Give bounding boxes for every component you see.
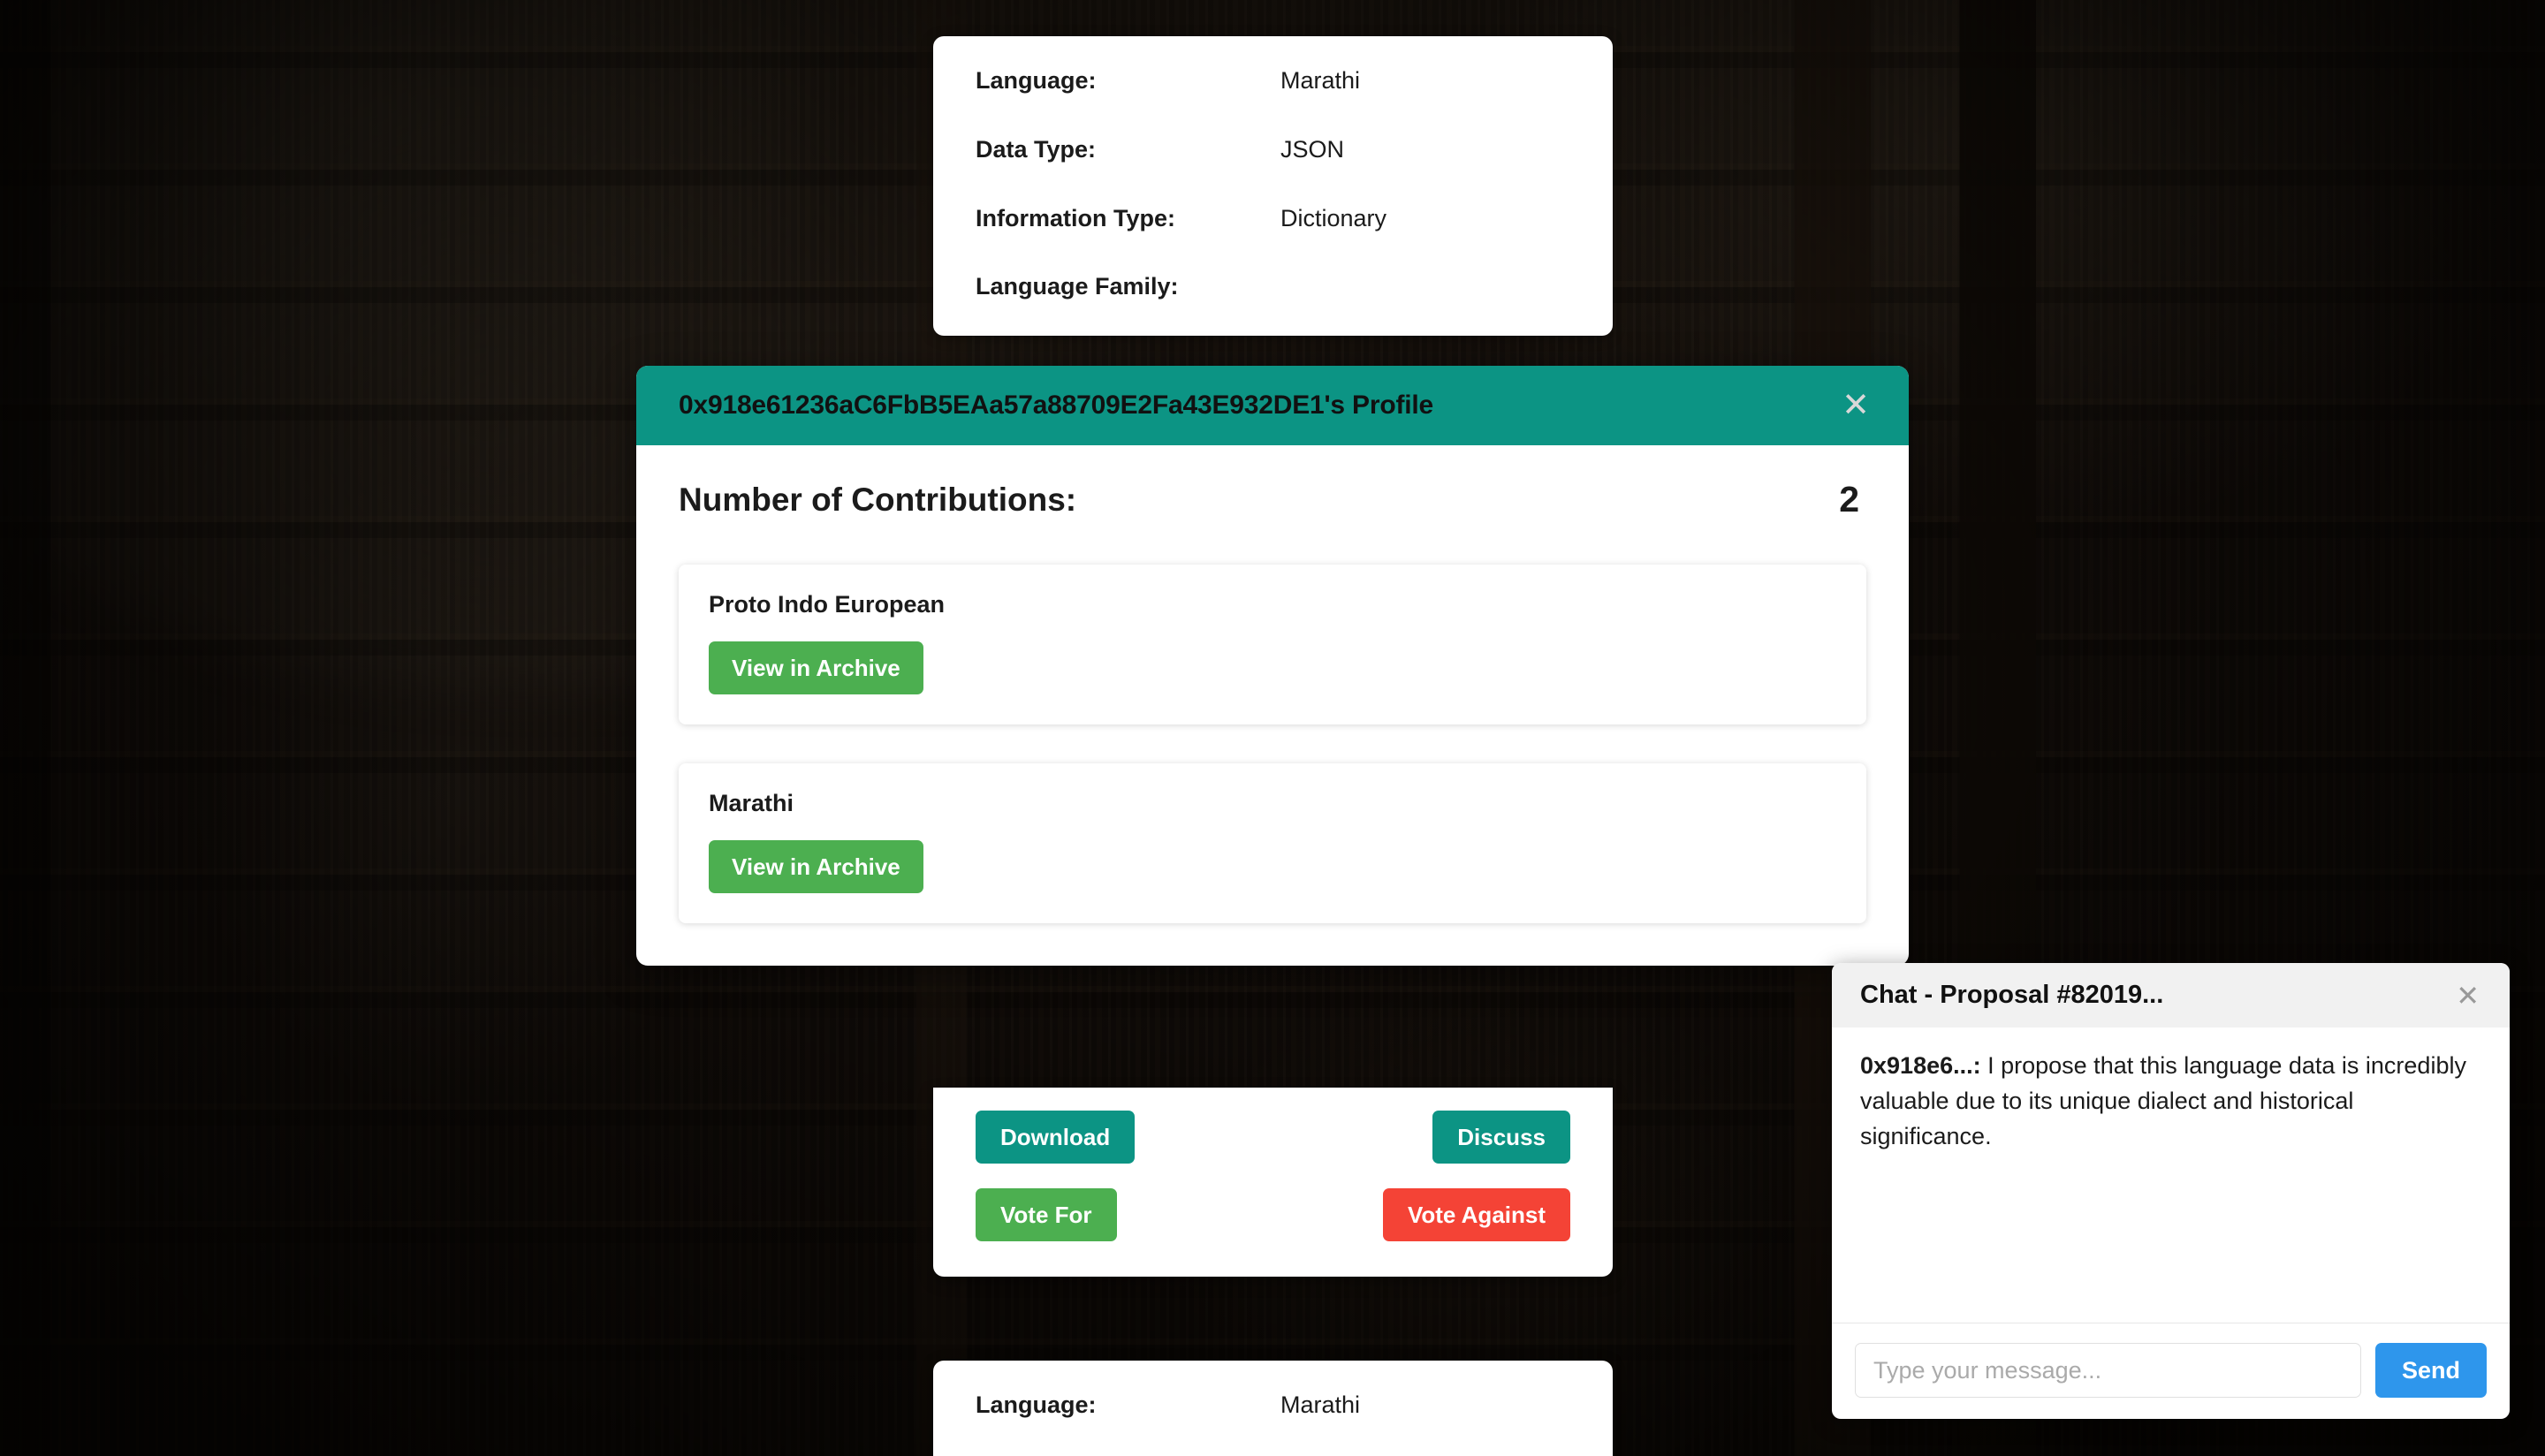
chat-message-author: 0x918e6...: [1860,1052,1981,1079]
profile-modal-body: Number of Contributions: 2 Proto Indo Eu… [636,445,1909,966]
close-icon[interactable]: ✕ [1838,389,1873,422]
info-row-data-type: Data Type: JSON [976,135,1570,165]
send-button[interactable]: Send [2374,1343,2487,1398]
info-value: Marathi [1280,1392,1361,1418]
view-in-archive-button[interactable]: View in Archive [709,840,923,893]
info-label: Data Type: [976,135,1097,163]
profile-modal-header: 0x918e61236aC6FbB5EAa57a88709E2Fa43E932D… [636,366,1909,445]
chat-message-list: 0x918e6...: I propose that this language… [1832,1028,2510,1323]
list-item: Marathi View in Archive [679,763,1866,923]
profile-modal: 0x918e61236aC6FbB5EAa57a88709E2Fa43E932D… [636,366,1909,966]
contributions-label: Number of Contributions: [679,481,1077,518]
actions-row-primary: Download Discuss [976,1111,1570,1164]
info-value: Marathi [1280,67,1361,94]
language-detail-card-top: Language: Marathi Data Type: JSON Inform… [933,36,1613,336]
contributions-count: 2 [1839,479,1859,519]
close-icon[interactable]: ✕ [2452,982,2483,1010]
contribution-name: Marathi [709,790,794,816]
info-card: Language: Marathi Data Type: JSON Inform… [933,36,1613,336]
info-value: JSON [1280,135,1345,163]
vote-against-button[interactable]: Vote Against [1382,1188,1570,1241]
info-label: Language: [976,1392,1097,1418]
chat-message-input[interactable] [1855,1343,2361,1398]
chat-widget: Chat - Proposal #82019... ✕ 0x918e6...: … [1832,963,2510,1419]
info-label: Language: [976,67,1097,94]
info-value: Dictionary [1280,204,1387,231]
chat-input-bar: Send [1832,1323,2510,1419]
view-in-archive-button[interactable]: View in Archive [709,641,923,694]
info-row-information-type: Information Type: Dictionary [976,204,1570,234]
proposal-actions-card: Download Discuss Vote For Vote Against [933,1088,1613,1277]
info-row-language: Language: Marathi [976,1391,1570,1421]
info-row-language: Language: Marathi [976,66,1570,96]
info-label: Information Type: [976,204,1175,231]
vote-for-button[interactable]: Vote For [976,1188,1117,1241]
chat-title: Chat - Proposal #82019... [1860,981,2164,1009]
actions-row-vote: Vote For Vote Against [976,1188,1570,1241]
download-button[interactable]: Download [976,1111,1136,1164]
contribution-name: Proto Indo European [709,591,945,618]
info-row-language-family: Language Family: [976,272,1570,302]
info-label: Language Family: [976,273,1179,300]
actions-card: Download Discuss Vote For Vote Against [933,1088,1613,1277]
chat-header: Chat - Proposal #82019... ✕ [1832,963,2510,1028]
profile-modal-title: 0x918e61236aC6FbB5EAa57a88709E2Fa43E932D… [679,391,1434,420]
info-card: Language: Marathi [933,1361,1613,1456]
contributions-summary: Number of Contributions: 2 [679,479,1866,520]
list-item: Proto Indo European View in Archive [679,565,1866,724]
language-detail-card-bottom: Language: Marathi [933,1361,1613,1456]
list-item: 0x918e6...: I propose that this language… [1860,1049,2481,1155]
discuss-button[interactable]: Discuss [1432,1111,1570,1164]
app-root: Language: Marathi Data Type: JSON Inform… [0,0,2545,1456]
